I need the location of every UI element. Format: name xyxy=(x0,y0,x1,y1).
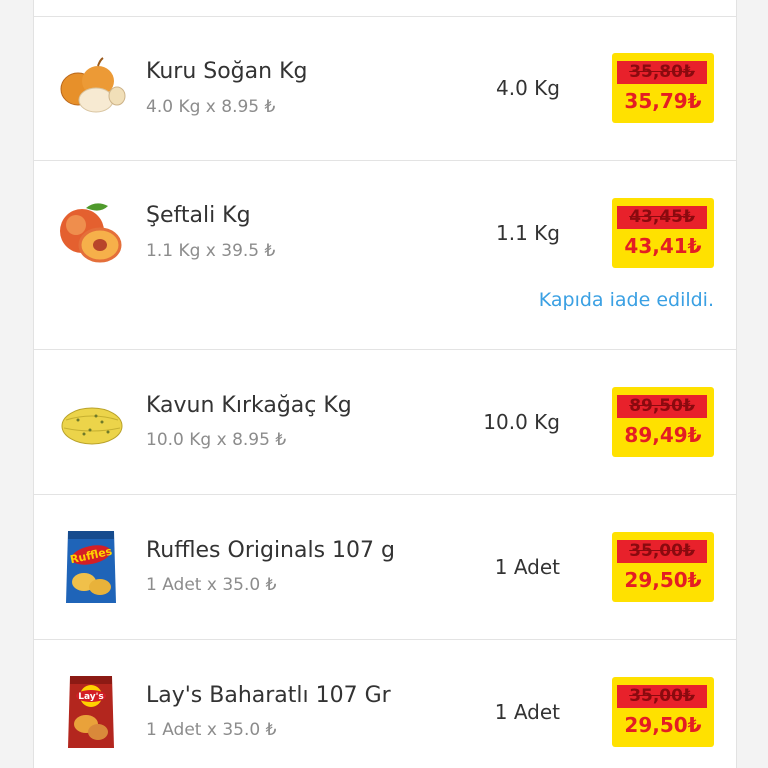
quantity: 4.0 Kg xyxy=(496,76,560,100)
product-name: Şeftali Kg xyxy=(146,203,251,228)
quantity: 1 Adet xyxy=(494,700,560,724)
unit-price-detail: 1.1 Kg x 39.5 ₺ xyxy=(146,241,276,261)
old-price: 89,50₺ xyxy=(617,395,707,418)
product-name: Ruffles Originals 107 g xyxy=(146,538,395,563)
price-badge: 35,00₺ 29,50₺ xyxy=(612,532,714,602)
old-price: 35,00₺ xyxy=(617,540,707,563)
price-badge: 35,80₺ 35,79₺ xyxy=(612,53,714,123)
unit-price-detail: 10.0 Kg x 8.95 ₺ xyxy=(146,430,287,450)
svg-text:Lay's: Lay's xyxy=(78,692,104,702)
old-price: 35,80₺ xyxy=(617,61,707,84)
quantity: 10.0 Kg xyxy=(483,410,560,434)
return-status-note: Kapıda iade edildi. xyxy=(538,289,714,311)
discounted-price: 35,79₺ xyxy=(624,89,702,113)
unit-price-detail: 1 Adet x 35.0 ₺ xyxy=(146,575,277,595)
melon-image xyxy=(61,407,123,445)
list-item[interactable]: Lay's Lay's Baharatlı 107 Gr 1 Adet x 35… xyxy=(34,639,736,768)
peach-image xyxy=(60,203,122,263)
old-price: 43,45₺ xyxy=(617,206,707,229)
discounted-price: 89,49₺ xyxy=(624,423,702,447)
quantity: 1.1 Kg xyxy=(496,221,560,245)
product-name: Kuru Soğan Kg xyxy=(146,59,308,84)
list-item[interactable]: Kuru Soğan Kg 4.0 Kg x 8.95 ₺ 4.0 Kg 35,… xyxy=(34,16,736,161)
lays-bag-image: Lay's xyxy=(68,676,114,748)
order-items-card: Kuru Soğan Kg 4.0 Kg x 8.95 ₺ 4.0 Kg 35,… xyxy=(33,0,737,768)
discounted-price: 29,50₺ xyxy=(624,568,702,592)
unit-price-detail: 1 Adet x 35.0 ₺ xyxy=(146,720,277,740)
discounted-price: 29,50₺ xyxy=(624,713,702,737)
unit-price-detail: 4.0 Kg x 8.95 ₺ xyxy=(146,97,276,117)
ruffles-bag-image: Ruffles xyxy=(66,531,116,603)
discounted-price: 43,41₺ xyxy=(624,234,702,258)
list-item[interactable]: Şeftali Kg 1.1 Kg x 39.5 ₺ 1.1 Kg 43,45₺… xyxy=(34,160,736,350)
price-badge: 35,00₺ 29,50₺ xyxy=(612,677,714,747)
old-price: 35,00₺ xyxy=(617,685,707,708)
quantity: 1 Adet xyxy=(494,555,560,579)
price-badge: 43,45₺ 43,41₺ xyxy=(612,198,714,268)
product-name: Kavun Kırkağaç Kg xyxy=(146,393,352,418)
price-badge: 89,50₺ 89,49₺ xyxy=(612,387,714,457)
list-item[interactable]: Kavun Kırkağaç Kg 10.0 Kg x 8.95 ₺ 10.0 … xyxy=(34,349,736,495)
list-item[interactable]: Ruffles Ruffles Originals 107 g 1 Adet x… xyxy=(34,494,736,640)
onion-image xyxy=(60,57,126,113)
product-name: Lay's Baharatlı 107 Gr xyxy=(146,683,391,708)
